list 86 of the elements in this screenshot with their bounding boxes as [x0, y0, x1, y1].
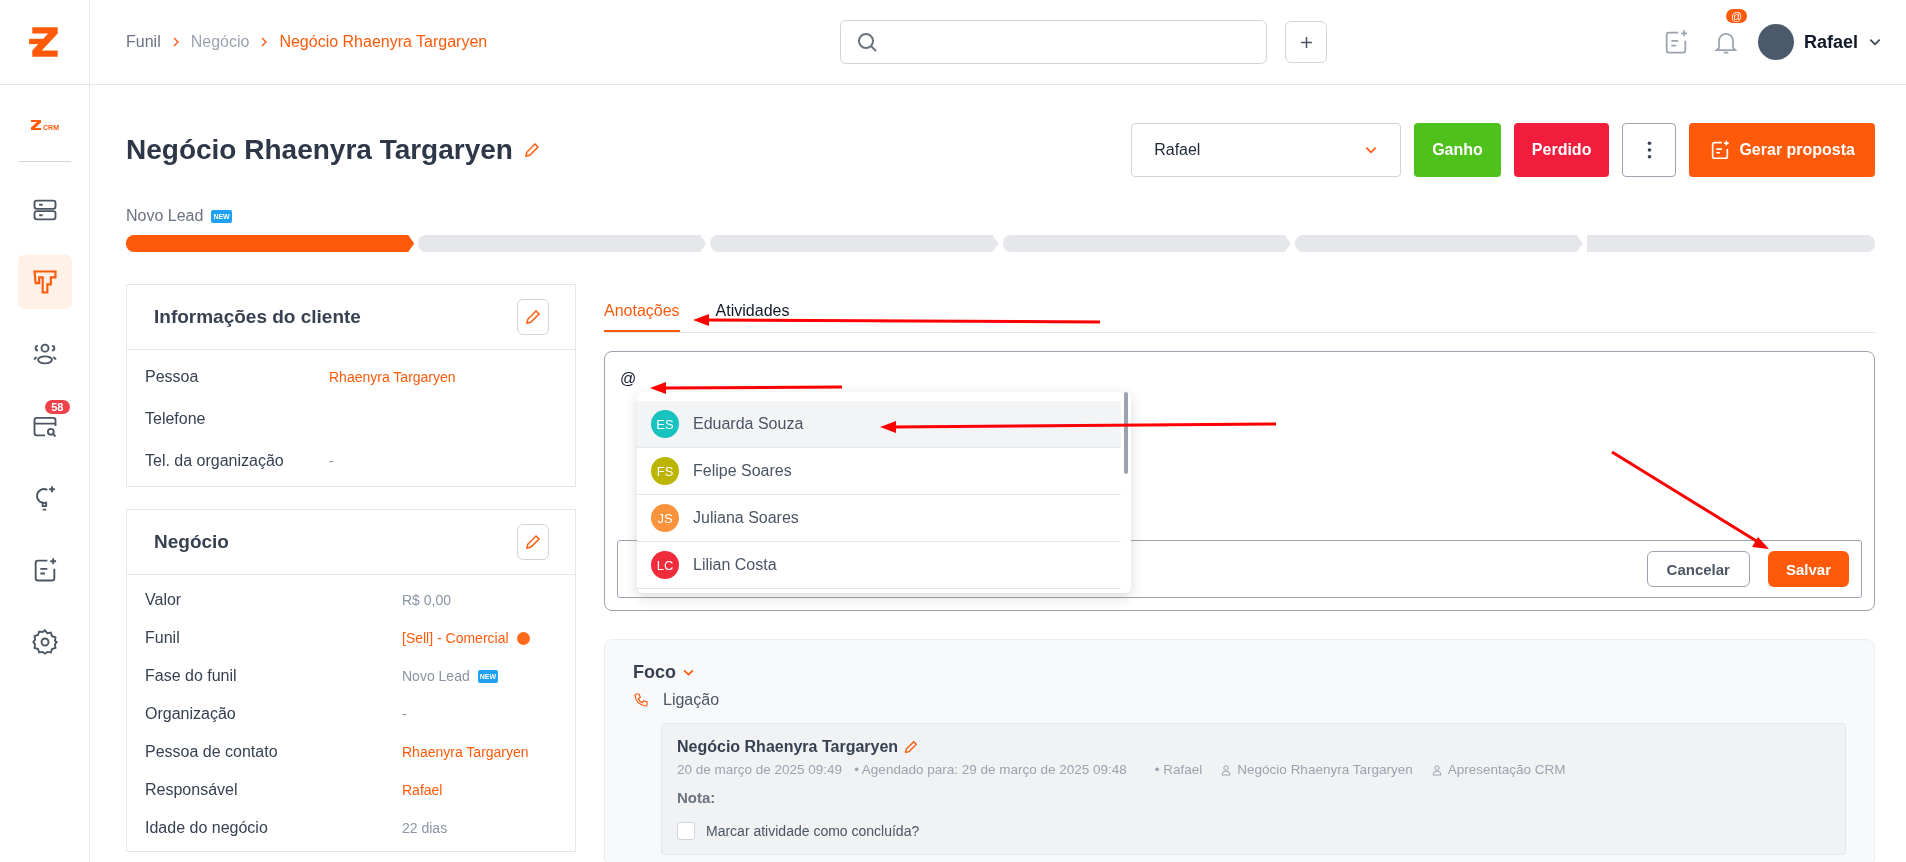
related-link[interactable]: Apresentação CRM	[1447, 762, 1566, 777]
sidebar-item[interactable]	[17, 255, 72, 309]
field-value: -	[402, 706, 407, 722]
field-label: Telefone	[145, 410, 207, 428]
pencil-icon[interactable]	[522, 141, 541, 159]
avatar[interactable]	[1757, 24, 1794, 60]
pipeline-stage[interactable]	[126, 235, 415, 252]
edit-button[interactable]	[517, 299, 549, 335]
field-label: Valor	[145, 591, 183, 609]
field-label: Fase do funil	[145, 667, 238, 685]
field-label: Responsável	[145, 781, 239, 799]
search-field[interactable]	[840, 20, 1267, 64]
section-title: Foco	[633, 662, 676, 683]
person-name: Felipe Soares	[693, 462, 792, 480]
activity-title: Negócio Rhaenyra Targaryen	[677, 738, 899, 756]
field-label: Organização	[145, 705, 237, 723]
mention-option[interactable]: FS Felipe Soares	[637, 448, 1121, 495]
field-link[interactable]: [Sell] - Comercial	[402, 630, 509, 646]
field-label: Idade do negócio	[145, 819, 269, 837]
scheduled-date: • Agendado para: 29 de março de 2025 09:48	[854, 762, 1127, 777]
person-icon	[1430, 763, 1443, 776]
mention-badge: @	[1725, 9, 1748, 23]
logo-icon	[28, 24, 61, 60]
initials-avatar: JS	[651, 504, 679, 532]
proposal-button[interactable]: Gerar proposta	[1689, 123, 1875, 177]
owner-select[interactable]: Rafael	[1131, 123, 1402, 177]
add-button[interactable]	[1285, 21, 1327, 63]
card-title: Negócio	[154, 531, 229, 553]
more-vertical-icon	[1646, 141, 1652, 159]
count-badge: 58	[45, 400, 70, 414]
field-value: -	[329, 453, 334, 469]
initials-avatar: FS	[651, 457, 679, 485]
activity-owner: • Rafael	[1154, 762, 1203, 777]
person-name: Juliana Soares	[693, 509, 799, 527]
field-label: Funil	[145, 629, 181, 647]
person-name: Eduarda Souza	[693, 415, 804, 433]
field-value: 22 dias	[402, 820, 448, 836]
phone-icon	[633, 692, 649, 708]
plus-icon	[1299, 35, 1313, 49]
scrollbar-thumb[interactable]	[1124, 392, 1128, 474]
initials-avatar: LC	[651, 551, 679, 579]
card-title: Informações do cliente	[154, 306, 361, 328]
search-icon	[855, 30, 879, 54]
funnel-icon	[30, 268, 59, 296]
mention-option[interactable]: LC Lilian Costa	[637, 542, 1121, 589]
save-button[interactable]: Salvar	[1767, 551, 1849, 587]
tab[interactable]: Anotações	[604, 294, 680, 332]
initials-avatar: ES	[651, 410, 679, 438]
field-link[interactable]: Rhaenyra Targaryen	[329, 369, 456, 385]
pencil-icon	[524, 308, 542, 326]
cancel-button[interactable]: Cancelar	[1646, 551, 1750, 587]
lost-button[interactable]: Perdido	[1513, 123, 1610, 177]
note-editor[interactable]: @ Cancelar Salvar ES Eduarda Souza FS Felipe Soares JS Juliana Soares LC Lilian Costa	[604, 351, 1875, 611]
stage-label: Novo Lead	[126, 207, 204, 225]
more-button[interactable]	[1622, 123, 1677, 177]
sidebar-item[interactable]: 58	[17, 399, 72, 453]
note-label: Nota:	[677, 789, 717, 806]
page-title: Negócio Rhaenyra Targaryen	[126, 134, 513, 166]
activity-date: 20 de março de 2025 09:49	[677, 762, 843, 777]
edit-button[interactable]	[517, 524, 549, 560]
breadcrumb-link[interactable]: Negócio	[190, 33, 250, 51]
pencil-icon[interactable]	[903, 739, 920, 755]
related-link[interactable]: Negócio Rhaenyra Targaryen	[1237, 762, 1413, 777]
checkbox-label[interactable]: Marcar atividade como concluída?	[706, 823, 920, 839]
logo-icon	[30, 119, 42, 131]
editor-text: @	[620, 370, 638, 388]
field-link[interactable]: Rhaenyra Targaryen	[402, 744, 529, 760]
field-label: Pessoa de contato	[145, 743, 279, 761]
note-sparkle-icon	[1709, 139, 1732, 161]
checkbox[interactable]	[677, 822, 695, 840]
pencil-icon	[524, 533, 542, 551]
user-name[interactable]: Rafael	[1803, 31, 1858, 53]
field-link[interactable]: Rafael	[402, 782, 443, 798]
mention-option[interactable]: JS Juliana Soares	[637, 495, 1121, 542]
person-icon	[1220, 763, 1233, 776]
settings-icon	[30, 628, 59, 656]
breadcrumb-link[interactable]: Negócio Rhaenyra Targaryen	[279, 33, 488, 51]
activity-type: Ligação	[663, 691, 720, 709]
field-label: Tel. da organização	[145, 452, 285, 470]
tab[interactable]: Atividades	[715, 294, 790, 332]
person-name: Lilian Costa	[693, 556, 777, 574]
breadcrumb-link[interactable]: Funil	[126, 33, 161, 51]
mention-option[interactable]: ES Eduarda Souza	[637, 401, 1121, 448]
won-button[interactable]: Ganho	[1414, 123, 1501, 177]
field-label: Pessoa	[145, 368, 200, 386]
field-value: Novo Lead	[402, 668, 470, 684]
